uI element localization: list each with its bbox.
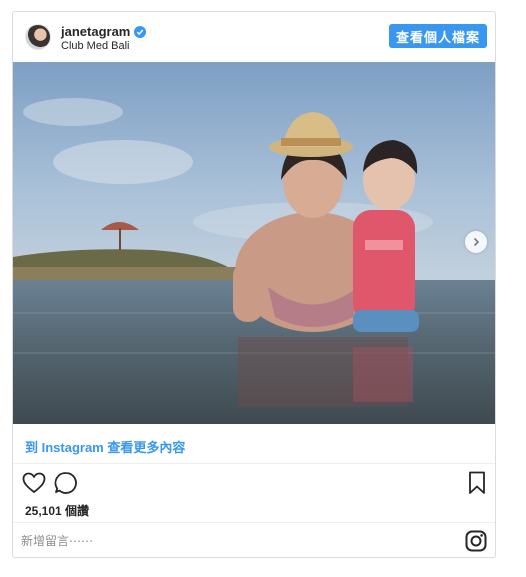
username-row: janetagram (61, 24, 147, 39)
like-count[interactable]: 25,101 個讚 (25, 502, 89, 519)
post-header: janetagram Club Med Bali 查看個人檔案 (13, 12, 495, 62)
view-more-link[interactable]: 到 Instagram 查看更多內容 (25, 437, 185, 456)
comment-row (13, 522, 495, 557)
username[interactable]: janetagram (61, 24, 130, 39)
bookmark-icon[interactable] (465, 470, 489, 496)
comment-bubble-icon[interactable] (53, 470, 79, 496)
chevron-right-icon[interactable] (465, 231, 487, 253)
action-bar (13, 464, 495, 500)
post-photo[interactable] (13, 62, 495, 424)
instagram-embed-card: janetagram Club Med Bali 查看個人檔案 到 Instag… (12, 11, 496, 558)
heart-icon[interactable] (21, 470, 47, 496)
comment-input[interactable] (21, 531, 441, 551)
avatar[interactable] (25, 24, 51, 50)
instagram-logo-icon[interactable] (465, 530, 487, 552)
more-link-row: 到 Instagram 查看更多內容 (13, 424, 495, 464)
location[interactable]: Club Med Bali (61, 40, 129, 52)
verified-badge-icon (134, 25, 147, 38)
view-profile-button[interactable]: 查看個人檔案 (389, 24, 487, 48)
